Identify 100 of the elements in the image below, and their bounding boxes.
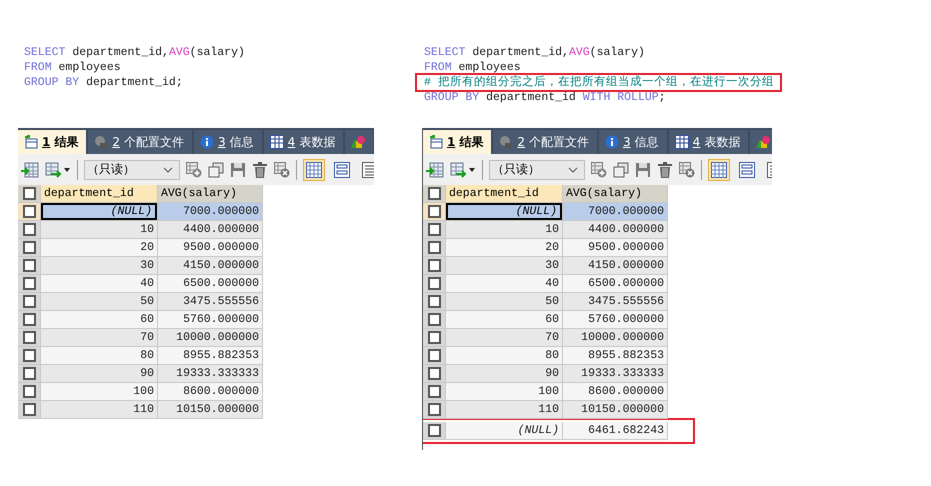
table-cell: 6500.000000	[563, 275, 668, 293]
checkbox[interactable]	[428, 403, 440, 416]
add-row-icon[interactable]	[186, 162, 202, 178]
checkbox[interactable]	[428, 424, 440, 437]
checkbox[interactable]	[428, 277, 440, 290]
table-cell: 8955.882353	[158, 347, 263, 365]
result-tab[interactable]: 3 信息	[599, 130, 667, 154]
table-cell: 3475.555556	[563, 293, 668, 311]
table-cell: 70	[41, 329, 158, 347]
mode-dropdown[interactable]: （只读）	[84, 160, 180, 180]
result-tab[interactable]	[345, 130, 374, 154]
table-cell: 50	[446, 293, 563, 311]
checkbox[interactable]	[22, 187, 36, 200]
code-line: GROUP BY department_id WITH ROLLUP;	[424, 90, 666, 105]
export-grid-icon[interactable]	[450, 162, 476, 178]
checkbox[interactable]	[428, 259, 440, 272]
table-cell: (NULL)	[41, 203, 158, 221]
column-header[interactable]: department_id	[41, 185, 158, 203]
table-cell: 40	[41, 275, 158, 293]
checkbox[interactable]	[428, 205, 440, 218]
result-tab[interactable]: 4 表数据	[264, 130, 344, 154]
table-cell: 4400.000000	[563, 221, 668, 239]
code-line: FROM employees	[24, 60, 121, 75]
table-cell: 70	[446, 329, 563, 347]
table-cell: 5760.000000	[563, 311, 668, 329]
table-cell: 10150.000000	[158, 401, 263, 419]
column-header[interactable]: AVG(salary)	[158, 185, 263, 203]
table-cell: 8600.000000	[158, 383, 263, 401]
checkbox[interactable]	[428, 367, 440, 380]
table-cell: 3475.555556	[158, 293, 263, 311]
result-tab[interactable]	[750, 130, 772, 154]
checkbox[interactable]	[22, 331, 36, 344]
table-cell: 7000.000000	[563, 203, 668, 221]
code-line: SELECT department_id,AVG(salary)	[424, 45, 645, 60]
grid-view-button[interactable]	[303, 158, 325, 180]
grid-arrow-icon	[24, 135, 38, 149]
checkbox[interactable]	[22, 295, 36, 308]
info-icon	[200, 135, 214, 149]
checkbox[interactable]	[22, 205, 36, 218]
checkbox[interactable]	[22, 259, 36, 272]
trash-icon[interactable]	[252, 162, 268, 178]
table-cell: 8955.882353	[563, 347, 668, 365]
result-tab[interactable]: 2 个配置文件	[493, 130, 597, 154]
trash-icon[interactable]	[657, 162, 673, 178]
export-grid-icon[interactable]	[45, 162, 71, 178]
table-cell: 4150.000000	[563, 257, 668, 275]
import-grid-icon[interactable]	[426, 162, 444, 178]
result-tab[interactable]: 2 个配置文件	[88, 130, 192, 154]
copy-icon[interactable]	[208, 162, 224, 178]
column-header[interactable]: department_id	[446, 185, 563, 203]
table-cell: 60	[446, 311, 563, 329]
mode-dropdown[interactable]: （只读）	[489, 160, 585, 180]
table-cell: 10	[446, 221, 563, 239]
table-cell: 40	[446, 275, 563, 293]
result-tab[interactable]: 1 结果	[423, 130, 492, 154]
column-header[interactable]: AVG(salary)	[563, 185, 668, 203]
table-cell: 10	[41, 221, 158, 239]
add-row-icon[interactable]	[591, 162, 607, 178]
table-cell: 30	[41, 257, 158, 275]
checkbox[interactable]	[22, 313, 36, 326]
result-tab[interactable]: 4 表数据	[668, 130, 748, 154]
checkbox[interactable]	[428, 295, 440, 308]
table-cell: 30	[446, 257, 563, 275]
checkbox[interactable]	[22, 277, 36, 290]
table-cell: 10000.000000	[563, 329, 668, 347]
checkbox[interactable]	[428, 223, 440, 236]
save-icon[interactable]	[635, 162, 651, 178]
grid-arrow-icon	[429, 135, 443, 149]
code-line: FROM employees	[424, 60, 521, 75]
table-cell: 4150.000000	[158, 257, 263, 275]
import-grid-icon[interactable]	[21, 162, 39, 178]
table-cell: 8600.000000	[563, 383, 668, 401]
checkbox[interactable]	[22, 223, 36, 236]
checkbox[interactable]	[22, 385, 36, 398]
checkbox[interactable]	[428, 331, 440, 344]
checkbox[interactable]	[428, 385, 440, 398]
checkbox[interactable]	[22, 349, 36, 362]
checkbox[interactable]	[22, 241, 36, 254]
checkbox[interactable]	[428, 241, 440, 254]
delete-rows-icon[interactable]	[274, 162, 290, 178]
grid-view-button[interactable]	[708, 158, 730, 180]
info-icon	[605, 135, 619, 149]
checkbox[interactable]	[22, 403, 36, 416]
shapes-icon	[351, 135, 366, 149]
table-cell: 100	[41, 383, 158, 401]
copy-icon[interactable]	[613, 162, 629, 178]
result-tab[interactable]: 3 信息	[194, 130, 262, 154]
checkbox[interactable]	[428, 313, 440, 326]
checkbox[interactable]	[428, 349, 440, 362]
table-cell: 7000.000000	[158, 203, 263, 221]
table-cell: 60	[41, 311, 158, 329]
save-icon[interactable]	[230, 162, 246, 178]
checkbox[interactable]	[22, 367, 36, 380]
delete-rows-icon[interactable]	[679, 162, 695, 178]
table-cell: 10000.000000	[158, 329, 263, 347]
checkbox[interactable]	[428, 187, 440, 200]
table-cell: 9500.000000	[158, 239, 263, 257]
shapes-icon	[756, 135, 770, 149]
result-tab[interactable]: 1 结果	[18, 130, 86, 154]
table-cell: 6500.000000	[158, 275, 263, 293]
